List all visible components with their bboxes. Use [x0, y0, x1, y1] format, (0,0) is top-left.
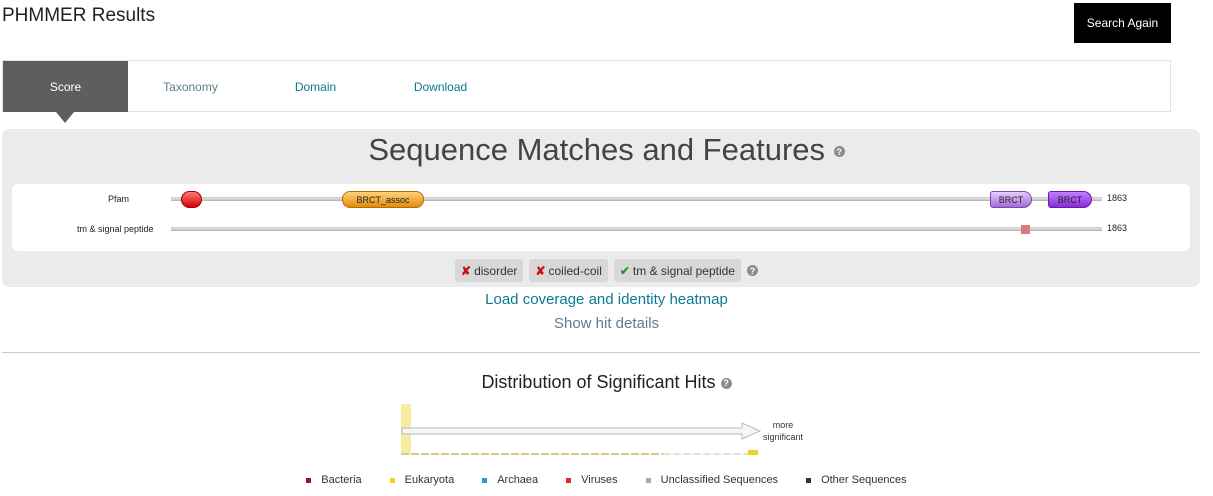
pfam-domain-brct-2[interactable]: BRCT [1048, 191, 1092, 208]
help-icon[interactable]: ? [746, 265, 758, 276]
significance-arrow [401, 422, 762, 440]
section-divider [2, 352, 1200, 353]
active-tab-caret [56, 112, 74, 123]
toggle-tm-signal-label: tm & signal peptide [632, 263, 735, 278]
show-hit-details-link[interactable]: Show hit details [0, 315, 1213, 332]
distribution-title-text: Distribution of Significant Hits [481, 372, 716, 392]
feature-tracks: Pfam 1863 BRCT_assoc BRCT BRCT tm & sign… [12, 184, 1190, 251]
legend-label: Unclassified Sequences [660, 474, 779, 486]
legend-eukaryota[interactable]: Eukaryota [389, 474, 455, 486]
tm-length: 1863 [1107, 223, 1128, 233]
pfam-domain-brct-assoc[interactable]: BRCT_assoc [342, 191, 424, 208]
result-tabs: Score Taxonomy Domain Download [2, 60, 1171, 112]
toggle-disorder[interactable]: ✘ disorder [455, 259, 524, 282]
legend-swatch [566, 477, 572, 483]
help-icon[interactable]: ? [720, 377, 732, 389]
legend-archaea[interactable]: Archaea [482, 474, 538, 486]
arrow-label-line1: more [773, 420, 794, 430]
legend-swatch [482, 477, 488, 483]
tab-score[interactable]: Score [3, 61, 128, 112]
toggle-coiled-coil-label: coiled-coil [548, 263, 602, 278]
features-title: Sequence Matches and Features ? [0, 132, 1213, 168]
tab-taxonomy[interactable]: Taxonomy [128, 61, 253, 112]
load-heatmap-link[interactable]: Load coverage and identity heatmap [0, 291, 1213, 308]
tm-sequence-line [171, 227, 1102, 231]
pfam-length: 1863 [1107, 193, 1128, 203]
legend-viruses[interactable]: Viruses [566, 474, 618, 486]
legend-unclassified[interactable]: Unclassified Sequences [645, 474, 779, 486]
legend-label: Archaea [497, 474, 539, 486]
features-title-text: Sequence Matches and Features [368, 132, 826, 167]
tab-domain[interactable]: Domain [253, 61, 378, 112]
legend-swatch [389, 477, 395, 483]
toggle-tm-signal[interactable]: ✔ tm & signal peptide [613, 259, 741, 282]
distribution-chart: more significant [401, 404, 804, 455]
feature-toggles: ✘ disorder ✘ coiled-coil ✔ tm & signal p… [0, 259, 1213, 282]
track-label-pfam: Pfam [108, 194, 130, 204]
x-icon: ✘ [535, 263, 546, 278]
legend-label: Other Sequences [821, 474, 907, 486]
legend-label: Viruses [581, 474, 618, 486]
track-label-tm-signal: tm & signal peptide [77, 224, 154, 234]
toggle-disorder-label: disorder [474, 263, 518, 278]
check-icon: ✔ [619, 263, 630, 278]
pfam-sequence-line [171, 197, 1102, 201]
tm-region-marker[interactable] [1021, 225, 1030, 234]
pfam-domain-brct-1[interactable]: BRCT [990, 191, 1032, 208]
legend-swatch [645, 477, 651, 483]
taxonomy-legend: Bacteria Eukaryota Archaea Viruses Uncla… [0, 474, 1213, 486]
tab-download[interactable]: Download [378, 61, 503, 112]
arrow-label-line2: significant [763, 432, 804, 442]
legend-other[interactable]: Other Sequences [806, 474, 907, 486]
toggle-coiled-coil[interactable]: ✘ coiled-coil [529, 259, 608, 282]
pfam-domain-red[interactable] [181, 191, 202, 208]
hit-bar-small[interactable] [748, 450, 758, 455]
page-title: PHMMER Results [2, 5, 156, 26]
legend-label: Bacteria [321, 474, 362, 486]
legend-swatch [806, 477, 812, 483]
x-icon: ✘ [461, 263, 472, 278]
distribution-title: Distribution of Significant Hits ? [0, 372, 1213, 393]
legend-label: Eukaryota [404, 474, 455, 486]
help-icon[interactable]: ? [833, 146, 845, 158]
legend-bacteria[interactable]: Bacteria [306, 474, 362, 486]
legend-swatch [306, 477, 312, 483]
search-again-button[interactable]: Search Again [1074, 3, 1171, 43]
